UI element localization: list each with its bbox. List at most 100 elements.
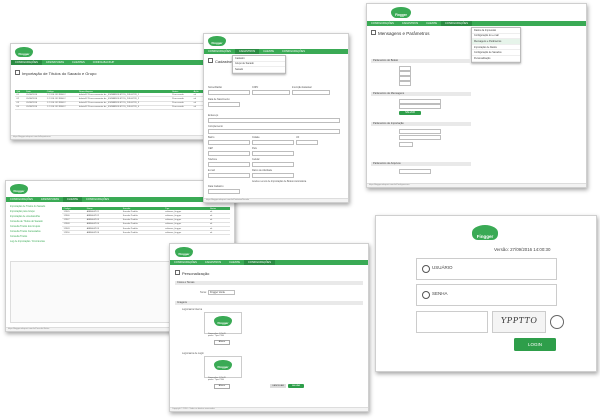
email-field[interactable] (208, 173, 250, 178)
cep-field[interactable] (208, 151, 250, 156)
cnpj-field[interactable] (252, 90, 290, 95)
uf-field[interactable] (296, 140, 318, 145)
phone-field[interactable] (208, 162, 250, 167)
nav-item[interactable]: CADASTROS (201, 260, 225, 265)
nav-item[interactable]: CONFIGURAÇÕES (170, 260, 201, 265)
sidebar-item[interactable]: Consulta Títulos Cancelados (10, 230, 41, 233)
ramo-field[interactable] (252, 173, 294, 178)
param-field[interactable] (399, 135, 441, 140)
password-input[interactable]: SENHA (416, 284, 557, 306)
logo-caption: Dimensões: 170x70 pixels / Tipo: PNG (208, 377, 226, 381)
save-button[interactable]: SALVAR (399, 111, 421, 115)
param-field[interactable] (399, 142, 413, 147)
field-label: Inscrição Estadual (292, 86, 312, 89)
field-label: Bairro (208, 136, 215, 139)
param-field[interactable] (399, 129, 441, 134)
cadastro-dropdown[interactable]: Cadastro Grupo de Sacado Sacado (232, 55, 286, 74)
captcha-image: YPPTTO (492, 311, 546, 333)
sidebar-item[interactable]: Log de Importação / Ocorrências (10, 240, 45, 243)
nav-item[interactable]: CADASTROS (234, 49, 260, 54)
birth-field[interactable] (208, 102, 240, 107)
section-header: Parâmetros de Arquivos (371, 162, 471, 166)
section-header: Parâmetros de Importação (371, 122, 471, 126)
nav-item[interactable]: CLIENTES (68, 60, 89, 65)
section-header: Parâmetros do Boleto (371, 59, 471, 63)
main-nav: CONFIGURAÇÕES ASSINATURAS CLIENTE CONFIG… (6, 197, 234, 202)
nav-item[interactable]: ASSINATURAS (42, 60, 68, 65)
section-header: Parâmetros de Mensagens (371, 92, 471, 96)
nav-item[interactable]: CONFIG.BACKUP (89, 60, 118, 65)
theme-label: Tema: (200, 291, 207, 294)
nav-item[interactable]: CLIENTE (422, 21, 441, 26)
login-button[interactable]: LOGIN (514, 338, 556, 351)
nav-item[interactable]: CONFIGURAÇÕES (82, 197, 113, 202)
field-label: Complemento (208, 125, 223, 128)
window-cadastros: Fingger CONFIGURAÇÕES CADASTROS CLIENTE … (203, 33, 349, 203)
field-label: CNPJ (252, 86, 259, 89)
sidebar-item[interactable]: Consulta de Títulos do Sacado (10, 220, 43, 223)
param-field[interactable] (399, 81, 411, 86)
table-row[interactable]: 12350 ABRAUZIO6 Sacado Padrão software_fing… (62, 230, 230, 236)
cancel-button[interactable]: CANCELAR (270, 384, 286, 388)
form-icon (208, 58, 213, 63)
complement-field[interactable] (208, 129, 340, 134)
upload-button[interactable]: Alterar (214, 384, 230, 389)
nav-item[interactable]: CLIENTE (225, 260, 244, 265)
nav-item[interactable]: ASSINATURAS (37, 197, 63, 202)
fingger-logo: Fingger (10, 184, 28, 194)
logo-label: Logomarca de Login (182, 352, 204, 355)
nav-item[interactable]: CONFIGURAÇÕES (244, 260, 275, 265)
captcha-input[interactable] (416, 311, 488, 333)
param-field[interactable] (399, 104, 441, 109)
menu-item[interactable]: Personalização (472, 56, 520, 62)
bairro-field[interactable] (208, 140, 250, 145)
ie-field[interactable] (292, 90, 330, 95)
nav-item[interactable]: CONFIGURAÇÕES (204, 49, 235, 54)
date-field[interactable] (208, 189, 240, 194)
nav-item[interactable]: CLIENTE (259, 49, 278, 54)
version-text: Versão: 27/09/2016 14:00:30 (494, 247, 551, 252)
sidebar-item[interactable]: Consulta Títulos (10, 235, 27, 238)
fingger-logo: Fingger (391, 7, 411, 18)
nav-item[interactable]: CONFIGURAÇÕES (11, 60, 42, 65)
sidebar-item[interactable]: Consulta Títulos dos Grupos (10, 225, 40, 228)
user-input[interactable]: USUÁRIO (416, 258, 557, 280)
sidebar-item[interactable]: Importação de uma Escolha (10, 215, 40, 218)
nav-item[interactable]: CLIENTE (63, 197, 83, 202)
window-personalizacao: Fingger CONFIGURAÇÕES CADASTROS CLIENTE … (169, 243, 369, 412)
upload-button[interactable]: Alterar (214, 340, 230, 345)
fingger-logo: Fingger (214, 360, 232, 370)
nav-item[interactable]: CONFIGURAÇÕES (441, 21, 472, 26)
table-row[interactable]: 04 01/08/2016 1.2.316.152.9866.2 boleto02 P… (15, 105, 204, 110)
nav-item[interactable]: CONFIGURAÇÕES (278, 49, 309, 54)
page-title: Personalização (175, 270, 209, 276)
nav-item[interactable]: CONFIGURAÇÕES (367, 21, 398, 26)
param-field[interactable] (399, 169, 431, 174)
fingger-logo: Fingger (214, 316, 232, 326)
address-field[interactable] (208, 118, 340, 123)
mobile-field[interactable] (252, 162, 294, 167)
save-button[interactable]: SALVAR (288, 384, 304, 388)
window-login: Fingger Versão: 27/09/2016 14:00:30 USUÁ… (375, 215, 597, 372)
theme-select[interactable]: Fingger Verde (208, 290, 235, 295)
logo-caption: Dimensões: 170x70 pixels / Tipo: PNG (208, 333, 226, 337)
nav-item[interactable]: CADASTROS (398, 21, 422, 26)
field-label: Nome/Razão (208, 86, 222, 89)
dropdown-item[interactable]: Sacado (233, 67, 285, 73)
name-field[interactable] (208, 90, 250, 95)
page-title: Mensagens e Parâmetros (371, 30, 430, 36)
sidebar-item[interactable]: Importação para Grupo (10, 210, 35, 213)
field-label: Ramo de Atividade (252, 169, 273, 172)
cidade-field[interactable] (252, 140, 294, 145)
sidebar-item[interactable]: Importação de Títulos do Sacado (10, 205, 45, 208)
window-importacao: Fingger CONFIGURAÇÕES ASSINATURAS CLIENT… (10, 43, 209, 140)
captcha-text: YPPTTO (500, 316, 539, 325)
check-label[interactable]: Aceita o envio de Importação de Boleto A… (252, 180, 306, 183)
refresh-captcha-icon[interactable] (550, 315, 564, 329)
field-label: Telefone (208, 158, 218, 161)
footer-url: https://fingger.adapcert.com.br/Configur… (367, 183, 586, 187)
pais-field[interactable] (252, 151, 294, 156)
nav-item[interactable]: CONFIGURAÇÕES (6, 197, 37, 202)
page-title: Cadastros (208, 58, 233, 64)
config-menu[interactable]: Dados da Impressão Configuração do e-mai… (471, 27, 521, 63)
